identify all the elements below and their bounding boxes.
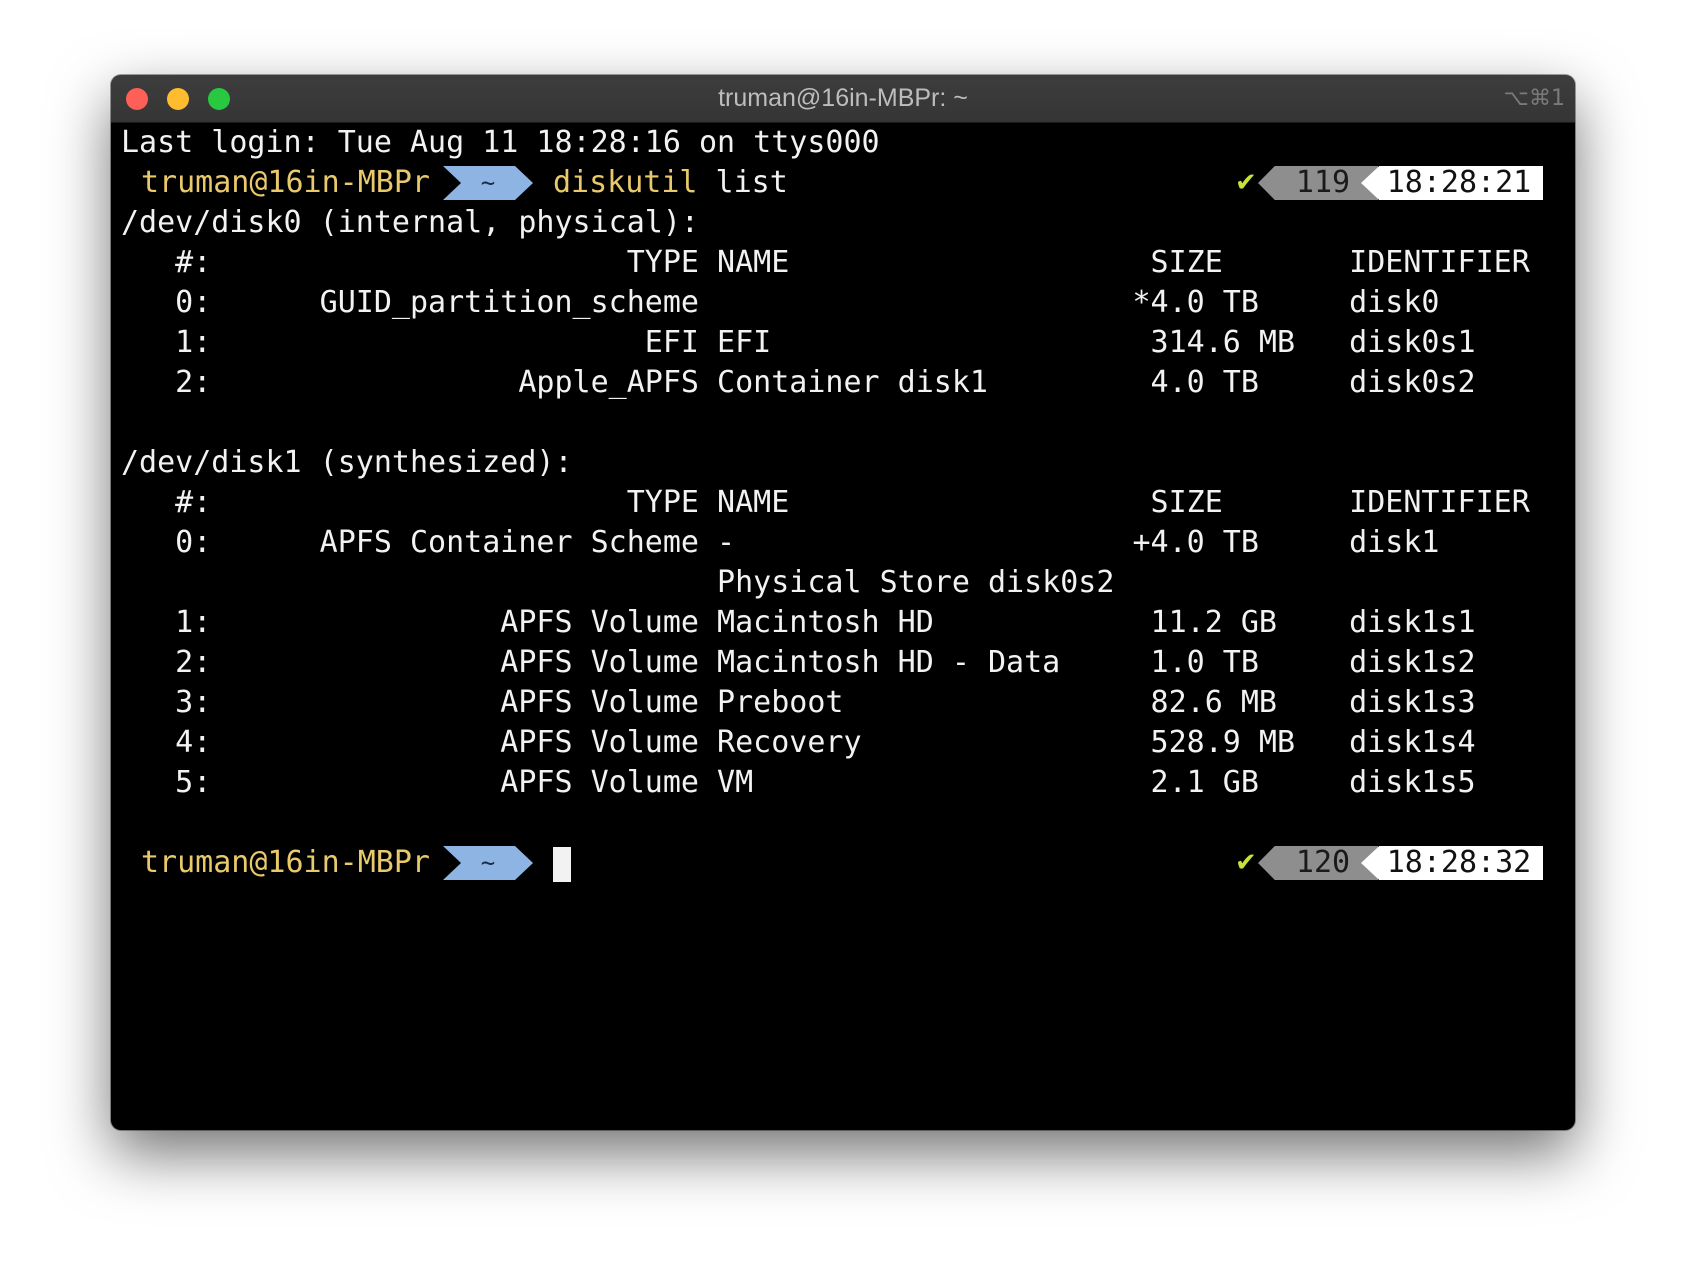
- output-line: 4: APFS Volume Recovery 528.9 MB disk1s4: [121, 725, 1476, 760]
- command-args: list: [697, 165, 788, 200]
- output-line: /dev/disk1 (synthesized):: [121, 445, 573, 480]
- prompt-line-1: truman@16in-MBPr ~ diskutil list ✔ 119 1…: [121, 163, 1565, 203]
- command-text: diskutil list: [553, 163, 788, 203]
- output-line: 1: APFS Volume Macintosh HD 11.2 GB disk…: [121, 605, 1476, 640]
- last-login-line: Last login: Tue Aug 11 18:28:16 on ttys0…: [121, 125, 880, 160]
- output-line: 2: APFS Volume Macintosh HD - Data 1.0 T…: [121, 645, 1476, 680]
- terminal-window[interactable]: truman@16in-MBPr: ~ ⌥⌘1 Last login: Tue …: [111, 75, 1575, 1130]
- history-number: 119: [1295, 165, 1351, 200]
- output-line: 3: APFS Volume Preboot 82.6 MB disk1s3: [121, 685, 1476, 720]
- prompt-user: truman@16in-MBPr: [141, 845, 430, 880]
- output-line: 0: APFS Container Scheme - +4.0 TB disk1: [121, 525, 1440, 560]
- output-line: 0: GUID_partition_scheme *4.0 TB disk0: [121, 285, 1440, 320]
- prompt-dir: ~: [480, 849, 496, 877]
- prompt-time: 18:28:21: [1386, 165, 1532, 200]
- window-shortcut-label: ⌥⌘1: [1503, 86, 1565, 111]
- output-line: #: TYPE NAME SIZE IDENTIFIER: [121, 245, 1530, 280]
- prompt-time: 18:28:32: [1386, 845, 1532, 880]
- output-line: /dev/disk0 (internal, physical):: [121, 205, 699, 240]
- output-line: Physical Store disk0s2: [121, 565, 1115, 600]
- check-icon: ✔: [1235, 848, 1257, 878]
- output-line: 5: APFS Volume VM 2.1 GB disk1s5: [121, 765, 1476, 800]
- prompt-line-2[interactable]: truman@16in-MBPr ~ ✔ 120 18:28:32: [121, 843, 1565, 883]
- text-cursor[interactable]: [553, 847, 571, 882]
- history-number: 120: [1295, 845, 1351, 880]
- prompt-user: truman@16in-MBPr: [141, 165, 430, 200]
- output-line: #: TYPE NAME SIZE IDENTIFIER: [121, 485, 1530, 520]
- output-line: 1: EFI EFI 314.6 MB disk0s1: [121, 325, 1476, 360]
- prompt-dir: ~: [480, 169, 496, 197]
- output-line: 2: Apple_APFS Container disk1 4.0 TB dis…: [121, 365, 1476, 400]
- title-bar[interactable]: truman@16in-MBPr: ~ ⌥⌘1: [111, 75, 1575, 123]
- window-title: truman@16in-MBPr: ~: [718, 84, 968, 112]
- command-program: diskutil: [553, 165, 698, 200]
- check-icon: ✔: [1235, 168, 1257, 198]
- terminal-content[interactable]: Last login: Tue Aug 11 18:28:16 on ttys0…: [121, 123, 1565, 883]
